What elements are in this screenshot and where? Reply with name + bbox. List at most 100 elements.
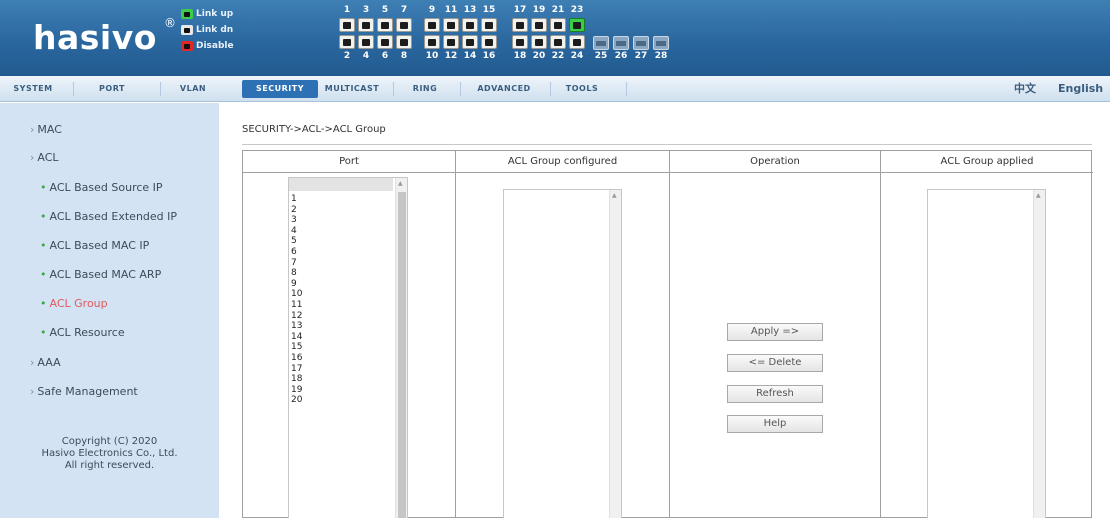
port-12-icon[interactable] — [443, 35, 459, 49]
port-number-label: 24 — [570, 51, 584, 61]
nav-security[interactable]: SECURITY — [242, 80, 318, 98]
nav-port[interactable]: PORT — [84, 80, 140, 98]
port-24-icon[interactable] — [569, 35, 585, 49]
scroll-up-icon[interactable]: ▲ — [1036, 192, 1041, 200]
nav-ring[interactable]: RING — [400, 80, 450, 98]
listbox-scrollbar[interactable]: ▲ — [1033, 190, 1045, 518]
port-column: Port 1 2 3 4 5 6 7 8 9 10 11 12 13 14 15 16 17 18 19 20 ▲ — [243, 151, 456, 518]
port-8-icon[interactable] — [396, 35, 412, 49]
apply-button[interactable]: Apply => — [727, 323, 823, 341]
port-14-icon[interactable] — [462, 35, 478, 49]
port-23-icon[interactable] — [569, 18, 585, 32]
sidebar-item-aaa[interactable]: › AAA — [30, 356, 61, 369]
port-option[interactable]: 10 — [291, 289, 302, 299]
port-number-label: 6 — [381, 51, 389, 61]
sfp-port-26-icon[interactable] — [613, 36, 629, 50]
port-4-icon[interactable] — [358, 35, 374, 49]
sidebar-item-acl-mac-arp[interactable]: • ACL Based MAC ARP — [40, 268, 161, 281]
lang-english-link[interactable]: English — [1058, 80, 1103, 98]
port-option[interactable]: 7 — [291, 258, 297, 268]
scroll-up-icon[interactable]: ▲ — [612, 192, 617, 200]
link-down-icon — [181, 25, 193, 35]
lang-chinese-link[interactable]: 中文 — [1014, 80, 1036, 98]
port-option[interactable]: 12 — [291, 311, 302, 321]
nav-advanced[interactable]: ADVANCED — [466, 80, 542, 98]
acl-group-table: Port 1 2 3 4 5 6 7 8 9 10 11 12 13 14 15 16 17 18 19 20 ▲ A… — [242, 150, 1093, 518]
port-20-icon[interactable] — [531, 35, 547, 49]
acl-applied-listbox[interactable]: ▲ — [927, 189, 1046, 518]
port-2-icon[interactable] — [339, 35, 355, 49]
port-13-icon[interactable] — [462, 18, 478, 32]
port-number-label: 18 — [513, 51, 527, 61]
copyright-line: Copyright (C) 2020 — [61, 436, 158, 447]
nav-system[interactable]: SYSTEM — [10, 80, 56, 98]
port-option[interactable]: 5 — [291, 236, 297, 246]
port-5-icon[interactable] — [377, 18, 393, 32]
port-option[interactable]: 15 — [291, 342, 302, 352]
nav-multicast[interactable]: MULTICAST — [322, 80, 382, 98]
sidebar-item-acl-source-ip[interactable]: • ACL Based Source IP — [40, 181, 163, 194]
sidebar-item-acl-mac-ip[interactable]: • ACL Based MAC IP — [40, 239, 149, 252]
port-option[interactable]: 18 — [291, 374, 302, 384]
sidebar-item-acl-resource[interactable]: • ACL Resource — [40, 326, 125, 339]
port-option[interactable]: 14 — [291, 332, 302, 342]
port-option[interactable]: 2 — [291, 205, 297, 215]
sidebar-item-acl-extended-ip[interactable]: • ACL Based Extended IP — [40, 210, 177, 223]
acl-configured-listbox[interactable]: ▲ — [503, 189, 622, 518]
port-option[interactable]: 9 — [291, 279, 297, 289]
listbox-scrollbar[interactable]: ▲ — [609, 190, 621, 518]
port-number-label: 25 — [594, 51, 608, 61]
port-11-icon[interactable] — [443, 18, 459, 32]
port-option[interactable]: 13 — [291, 321, 302, 331]
port-option[interactable]: 20 — [291, 395, 302, 405]
nav-tools[interactable]: TOOLS — [556, 80, 608, 98]
port-1-icon[interactable] — [339, 18, 355, 32]
port-listbox[interactable]: 1 2 3 4 5 6 7 8 9 10 11 12 13 14 15 16 17 18 19 20 ▲ — [288, 177, 408, 518]
copyright-line: All right reserved. — [64, 460, 155, 471]
port-3-icon[interactable] — [358, 18, 374, 32]
port-option[interactable]: 4 — [291, 226, 297, 236]
port-15-icon[interactable] — [481, 18, 497, 32]
port-6-icon[interactable] — [377, 35, 393, 49]
scrollbar-thumb[interactable] — [398, 192, 406, 518]
sfp-port-27-icon[interactable] — [633, 36, 649, 50]
sfp-port-25-icon[interactable] — [593, 36, 609, 50]
port-number-label: 7 — [400, 5, 408, 15]
port-18-icon[interactable] — [512, 35, 528, 49]
sfp-port-28-icon[interactable] — [653, 36, 669, 50]
port-option[interactable]: 11 — [291, 300, 302, 310]
port-number-label: 20 — [532, 51, 546, 61]
port-10-icon[interactable] — [424, 35, 440, 49]
sidebar-item-mac[interactable]: › MAC — [30, 123, 62, 136]
help-button[interactable]: Help — [727, 415, 823, 433]
port-option[interactable]: 17 — [291, 364, 302, 374]
divider — [242, 144, 1092, 145]
port-option[interactable]: 19 — [291, 385, 302, 395]
scroll-up-icon[interactable]: ▲ — [398, 180, 403, 188]
port-16-icon[interactable] — [481, 35, 497, 49]
port-21-icon[interactable] — [550, 18, 566, 32]
sidebar-item-acl[interactable]: › ACL — [30, 151, 59, 164]
port-option[interactable]: 3 — [291, 215, 297, 225]
refresh-button[interactable]: Refresh — [727, 385, 823, 403]
breadcrumb: SECURITY->ACL->ACL Group — [242, 124, 386, 135]
port-number-label: 27 — [634, 51, 648, 61]
nav-vlan[interactable]: VLAN — [170, 80, 216, 98]
port-listbox-scrollbar[interactable]: ▲ — [395, 178, 407, 518]
port-17-icon[interactable] — [512, 18, 528, 32]
acl-applied-column: ACL Group applied ▲ — [881, 151, 1093, 518]
port-7-icon[interactable] — [396, 18, 412, 32]
port-number-label: 19 — [532, 5, 546, 15]
sidebar-item-label: ACL Based MAC IP — [49, 239, 150, 252]
port-option[interactable]: 16 — [291, 353, 302, 363]
port-option[interactable]: 8 — [291, 268, 297, 278]
port-19-icon[interactable] — [531, 18, 547, 32]
port-22-icon[interactable] — [550, 35, 566, 49]
sidebar-item-acl-group[interactable]: • ACL Group — [40, 297, 108, 310]
sidebar-item-safe-management[interactable]: › Safe Management — [30, 385, 138, 398]
port-9-icon[interactable] — [424, 18, 440, 32]
delete-button[interactable]: <= Delete — [727, 354, 823, 372]
port-option[interactable]: 1 — [291, 194, 297, 204]
port-number-label: 5 — [381, 5, 389, 15]
port-option[interactable]: 6 — [291, 247, 297, 257]
